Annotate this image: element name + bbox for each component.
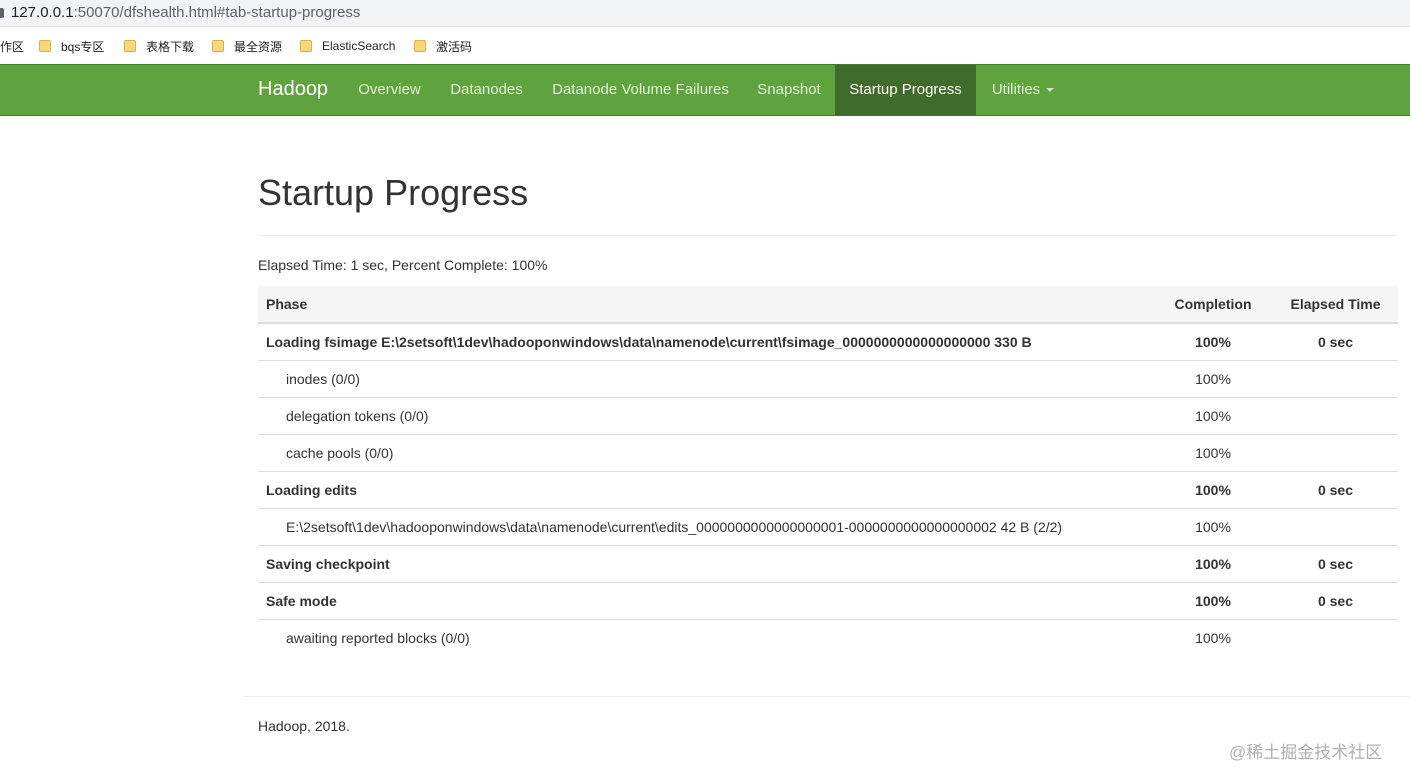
completion-cell: 100% xyxy=(1153,397,1273,435)
nav-datanode-volume-failures[interactable]: Datanode Volume Failures xyxy=(538,65,743,115)
phase-cell: Loading edits xyxy=(258,471,1153,509)
step-cell: inodes (0/0) xyxy=(258,360,1153,398)
url-path: :50070/dfshealth.html#tab-startup-progre… xyxy=(73,4,361,21)
table-row: delegation tokens (0/0) 100% xyxy=(258,397,1398,435)
folder-icon xyxy=(124,40,136,52)
elapsed-cell: 0 sec xyxy=(1273,471,1398,509)
table-row: Loading fsimage E:\2setsoft\1dev\hadoopo… xyxy=(258,323,1398,361)
nav-utilities-dropdown[interactable]: Utilities xyxy=(977,65,1069,115)
bookmark-label: 表格下载 xyxy=(146,39,195,54)
bookmark-item[interactable]: ElasticSearch xyxy=(300,38,395,54)
footer-text: Hadoop, 2018. xyxy=(258,718,350,734)
completion-cell: 100% xyxy=(1195,630,1231,646)
startup-progress-table: Phase Completion Elapsed Time Loading fs… xyxy=(258,286,1398,656)
folder-icon xyxy=(39,40,51,52)
table-row: cache pools (0/0) 100% xyxy=(258,434,1398,472)
completion-cell: 100% xyxy=(1153,508,1273,546)
address-bar[interactable]: 127.0.0.1:50070/dfshealth.html#tab-start… xyxy=(0,0,1410,27)
table-row: awaiting reported blocks (0/0) 100% xyxy=(258,620,1398,657)
bookmark-item[interactable]: 作区 xyxy=(0,38,24,54)
nav-startup-progress[interactable]: Startup Progress xyxy=(835,65,976,115)
elapsed-cell: 0 sec xyxy=(1273,323,1398,361)
step-cell: E:\2setsoft\1dev\hadooponwindows\data\na… xyxy=(258,508,1153,546)
bookmark-item[interactable]: 最全资源 xyxy=(212,38,282,54)
caret-down-icon xyxy=(1046,88,1055,93)
table-row: Saving checkpoint 100% 0 sec xyxy=(258,545,1398,583)
bookmark-label: ElasticSearch xyxy=(322,39,396,53)
bookmark-label: bqs专区 xyxy=(61,39,105,54)
phase-cell: Loading fsimage E:\2setsoft\1dev\hadoopo… xyxy=(258,323,1153,361)
elapsed-cell: 0 sec xyxy=(1273,582,1398,620)
table-row: inodes (0/0) 100% xyxy=(258,360,1398,398)
completion-cell: 100% xyxy=(1153,582,1273,620)
elapsed-cell: 0 sec xyxy=(1273,545,1398,583)
top-navbar: Hadoop Overview Datanodes Datanode Volum… xyxy=(0,64,1410,116)
bookmarks-bar: 作区 bqs专区 表格下载 最全资源 ElasticSearch 激活码 xyxy=(0,27,1410,64)
elapsed-cell xyxy=(1273,360,1398,398)
completion-cell: 100% xyxy=(1153,323,1273,361)
folder-icon xyxy=(212,40,224,52)
bookmark-item[interactable]: 表格下载 xyxy=(124,38,194,54)
completion-cell: 100% xyxy=(1153,434,1273,472)
completion-cell: 100% xyxy=(1153,471,1273,509)
site-info-icon[interactable] xyxy=(0,8,4,18)
elapsed-cell xyxy=(1273,508,1398,546)
watermark-text: @稀土掘金技术社区 xyxy=(1229,743,1383,762)
phase-column-header: Phase xyxy=(258,286,1153,324)
address-url[interactable]: 127.0.0.1:50070/dfshealth.html#tab-start… xyxy=(11,4,360,21)
folder-icon xyxy=(414,40,426,52)
brand-link[interactable]: Hadoop xyxy=(258,78,328,101)
page-title: Startup Progress xyxy=(258,172,529,213)
nav-datanodes[interactable]: Datanodes xyxy=(436,65,537,115)
step-cell: awaiting reported blocks (0/0) xyxy=(286,630,470,646)
table-row: Safe mode 100% 0 sec xyxy=(258,582,1398,620)
bookmark-label: 最全资源 xyxy=(234,39,283,54)
completion-cell: 100% xyxy=(1153,545,1273,583)
folder-icon xyxy=(300,40,312,52)
nav-overview[interactable]: Overview xyxy=(344,65,435,115)
bookmark-item[interactable]: bqs专区 xyxy=(39,38,104,54)
bookmark-item[interactable]: 激活码 xyxy=(414,38,472,54)
step-cell: cache pools (0/0) xyxy=(258,434,1153,472)
nav-snapshot[interactable]: Snapshot xyxy=(743,65,835,115)
footer-divider xyxy=(244,696,1410,697)
table-header-row: Phase Completion Elapsed Time xyxy=(258,286,1398,324)
elapsed-column-header: Elapsed Time xyxy=(1273,286,1398,324)
elapsed-cell xyxy=(1273,620,1398,657)
table-row: E:\2setsoft\1dev\hadooponwindows\data\na… xyxy=(258,508,1398,546)
completion-column-header: Completion xyxy=(1153,286,1273,324)
url-host: 127.0.0.1 xyxy=(11,4,74,21)
nav-utilities-label: Utilities xyxy=(991,81,1041,98)
title-divider xyxy=(258,235,1397,236)
phase-cell: Safe mode xyxy=(258,582,1153,620)
phase-cell: Saving checkpoint xyxy=(258,545,1153,583)
step-cell: delegation tokens (0/0) xyxy=(258,397,1153,435)
elapsed-cell xyxy=(1273,397,1398,435)
bookmark-label: 作区 xyxy=(0,39,25,54)
bookmark-label: 激活码 xyxy=(436,39,473,54)
elapsed-cell xyxy=(1273,434,1398,472)
completion-cell: 100% xyxy=(1153,360,1273,398)
table-row: Loading edits 100% 0 sec xyxy=(258,471,1398,509)
startup-summary: Elapsed Time: 1 sec, Percent Complete: 1… xyxy=(258,257,548,273)
